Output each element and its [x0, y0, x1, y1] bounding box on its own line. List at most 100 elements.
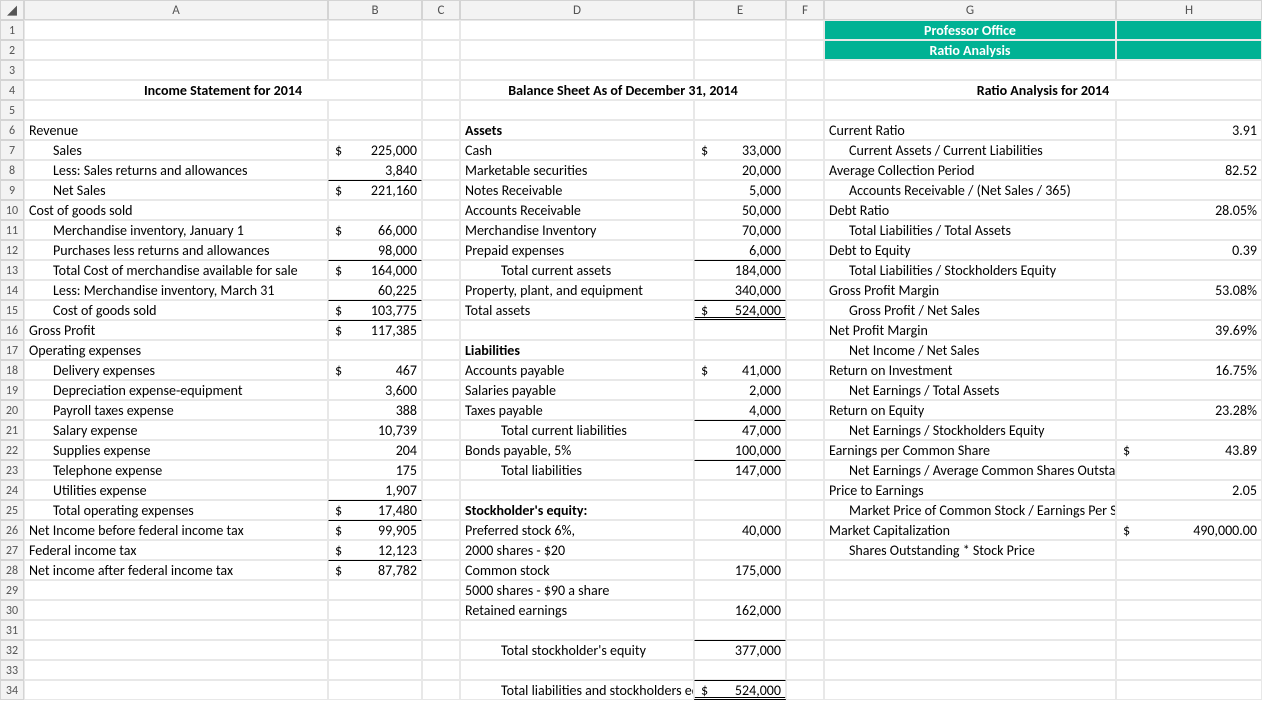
cell[interactable]: Return on Investment: [824, 360, 1116, 380]
cell[interactable]: [422, 360, 460, 380]
row-header[interactable]: 9: [0, 180, 24, 200]
cell[interactable]: [786, 520, 824, 540]
cell[interactable]: [694, 40, 786, 60]
cell[interactable]: [1116, 20, 1262, 40]
cell[interactable]: Merchandise inventory, January 1: [24, 220, 328, 240]
cell[interactable]: Earnings per Common Share: [824, 440, 1116, 460]
cell[interactable]: [1116, 540, 1262, 560]
cell[interactable]: [328, 640, 422, 660]
cell[interactable]: [824, 100, 1116, 120]
cell[interactable]: [786, 200, 824, 220]
row-header[interactable]: 13: [0, 260, 24, 280]
cell[interactable]: Net Earnings / Total Assets: [824, 380, 1116, 400]
cell[interactable]: [24, 20, 328, 40]
cell[interactable]: [786, 400, 824, 420]
cell[interactable]: [694, 120, 786, 140]
row-header[interactable]: 21: [0, 420, 24, 440]
cell[interactable]: [328, 680, 422, 700]
cell[interactable]: Market Price of Common Stock / Earnings …: [824, 500, 1116, 520]
cell[interactable]: [694, 480, 786, 500]
cell[interactable]: [422, 600, 460, 620]
cell[interactable]: 5,000: [694, 180, 786, 200]
cell[interactable]: [422, 300, 460, 320]
cell[interactable]: [786, 160, 824, 180]
cell[interactable]: $43.89: [1116, 440, 1262, 460]
cell[interactable]: Purchases less returns and allowances: [24, 240, 328, 260]
cell[interactable]: [786, 640, 824, 660]
cell[interactable]: [786, 420, 824, 440]
cell[interactable]: Prepaid expenses: [460, 240, 694, 260]
cell[interactable]: [694, 100, 786, 120]
cell[interactable]: [422, 540, 460, 560]
cell[interactable]: [786, 460, 824, 480]
row-header[interactable]: 18: [0, 360, 24, 380]
cell[interactable]: [786, 360, 824, 380]
cell[interactable]: [1116, 340, 1262, 360]
col-header[interactable]: E: [694, 0, 786, 20]
cell[interactable]: [1116, 260, 1262, 280]
cell[interactable]: [24, 580, 328, 600]
cell[interactable]: [786, 280, 824, 300]
cell[interactable]: [460, 60, 694, 80]
cell[interactable]: 50,000: [694, 200, 786, 220]
cell[interactable]: [422, 160, 460, 180]
cell[interactable]: 4,000: [694, 400, 786, 420]
cell[interactable]: $117,385: [328, 320, 422, 340]
col-header[interactable]: D: [460, 0, 694, 20]
cell[interactable]: Operating expenses: [24, 340, 328, 360]
cell[interactable]: [24, 100, 328, 120]
cell[interactable]: [694, 320, 786, 340]
cell[interactable]: [460, 20, 694, 40]
cell[interactable]: [786, 60, 824, 80]
row-header[interactable]: 8: [0, 160, 24, 180]
cell[interactable]: Total Liabilities / Stockholders Equity: [824, 260, 1116, 280]
cell[interactable]: Price to Earnings: [824, 480, 1116, 500]
row-header[interactable]: 7: [0, 140, 24, 160]
cell[interactable]: [24, 60, 328, 80]
cell[interactable]: [24, 600, 328, 620]
row-header[interactable]: 25: [0, 500, 24, 520]
cell[interactable]: [460, 480, 694, 500]
cell[interactable]: Current Ratio: [824, 120, 1116, 140]
cell[interactable]: [1116, 600, 1262, 620]
cell[interactable]: 2,000: [694, 380, 786, 400]
cell[interactable]: [786, 320, 824, 340]
row-header[interactable]: 6: [0, 120, 24, 140]
cell[interactable]: [786, 380, 824, 400]
cell[interactable]: [328, 620, 422, 640]
cell[interactable]: [1116, 560, 1262, 580]
cell[interactable]: [24, 660, 328, 680]
cell[interactable]: [24, 40, 328, 60]
cell[interactable]: Salary expense: [24, 420, 328, 440]
cell[interactable]: [1116, 660, 1262, 680]
cell[interactable]: [694, 60, 786, 80]
subtitle-green[interactable]: Ratio Analysis: [824, 40, 1116, 60]
cell[interactable]: [460, 320, 694, 340]
cell[interactable]: Common stock: [460, 560, 694, 580]
cell[interactable]: [422, 100, 460, 120]
cell[interactable]: [422, 580, 460, 600]
row-header[interactable]: 17: [0, 340, 24, 360]
cell[interactable]: Total assets: [460, 300, 694, 320]
cell[interactable]: Gross Profit Margin: [824, 280, 1116, 300]
row-header[interactable]: 11: [0, 220, 24, 240]
cell[interactable]: 184,000: [694, 260, 786, 280]
row-header[interactable]: 23: [0, 460, 24, 480]
cell[interactable]: [824, 640, 1116, 660]
cell[interactable]: Merchandise Inventory: [460, 220, 694, 240]
cell[interactable]: [422, 40, 460, 60]
cell[interactable]: Liabilities: [460, 340, 694, 360]
cell[interactable]: Total liabilities and stockholders equit…: [460, 680, 694, 700]
cell[interactable]: [24, 620, 328, 640]
cell[interactable]: Cost of goods sold: [24, 200, 328, 220]
cell[interactable]: [422, 280, 460, 300]
cell[interactable]: [824, 580, 1116, 600]
cell[interactable]: $33,000: [694, 140, 786, 160]
cell[interactable]: [422, 120, 460, 140]
cell[interactable]: [1116, 300, 1262, 320]
cell[interactable]: [786, 540, 824, 560]
cell[interactable]: [328, 20, 422, 40]
cell[interactable]: [422, 320, 460, 340]
cell[interactable]: $17,480: [328, 500, 422, 520]
cell[interactable]: Federal income tax: [24, 540, 328, 560]
